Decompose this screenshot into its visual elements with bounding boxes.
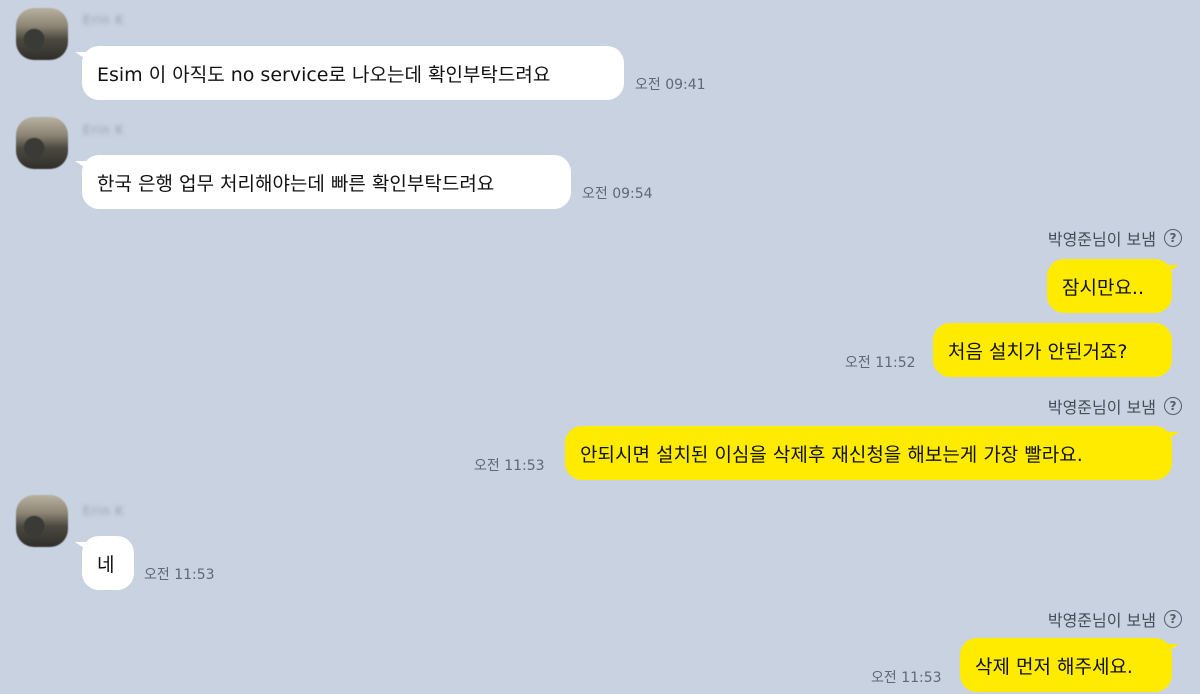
message-text: 한국 은행 업무 처리해야는데 빠른 확인부탁드려요: [97, 172, 495, 195]
sent-by-label: 박영준님이 보냄 ?: [1048, 607, 1182, 631]
message-time: 오전 11:53: [474, 458, 545, 474]
sent-by-label: 박영준님이 보냄 ?: [1048, 394, 1182, 418]
outgoing-message-bubble[interactable]: 안되시면 설치된 이심을 삭제후 재신청을 해보는게 가장 빨라요.: [565, 426, 1179, 480]
message-time: 오전 11:52: [845, 355, 916, 371]
outgoing-message-bubble[interactable]: 잠시만요..: [1047, 259, 1179, 313]
sent-by-label: 박영준님이 보냄 ?: [1048, 226, 1182, 250]
sender-avatar[interactable]: [16, 117, 68, 169]
incoming-message-bubble[interactable]: Esim 이 아직도 no service로 나오는데 확인부탁드려요: [75, 46, 624, 100]
outgoing-message-bubble[interactable]: 처음 설치가 안된거죠?: [933, 323, 1172, 377]
question-circle-icon[interactable]: ?: [1164, 229, 1182, 247]
message-time: 오전 09:54: [582, 186, 653, 202]
incoming-message-bubble[interactable]: 한국 은행 업무 처리해야는데 빠른 확인부탁드려요: [75, 155, 571, 209]
sent-by-text: 박영준님이 보냄: [1047, 611, 1156, 630]
sender-name-blurred: Erin K: [83, 123, 125, 137]
question-circle-icon[interactable]: ?: [1164, 397, 1182, 415]
message-text: 삭제 먼저 해주세요.: [975, 655, 1133, 678]
message-text: 잠시만요..: [1062, 276, 1144, 299]
sender-avatar[interactable]: [16, 8, 68, 60]
message-time: 오전 11:53: [144, 567, 215, 583]
message-time: 오전 09:41: [635, 77, 706, 93]
sent-by-text: 박영준님이 보냄: [1047, 230, 1156, 249]
message-text: 안되시면 설치된 이심을 삭제후 재신청을 해보는게 가장 빨라요.: [580, 443, 1083, 466]
incoming-message-bubble[interactable]: 네: [75, 536, 134, 590]
message-text: Esim 이 아직도 no service로 나오는데 확인부탁드려요: [97, 63, 551, 86]
sent-by-text: 박영준님이 보냄: [1047, 398, 1156, 417]
message-text: 처음 설치가 안된거죠?: [948, 340, 1128, 363]
sender-name-blurred: Erin K: [83, 13, 125, 27]
message-text: 네: [97, 553, 115, 576]
message-time: 오전 11:53: [871, 670, 942, 686]
sender-name-blurred: Erin K: [83, 504, 125, 518]
outgoing-message-bubble[interactable]: 삭제 먼저 해주세요.: [960, 638, 1179, 692]
question-circle-icon[interactable]: ?: [1164, 610, 1182, 628]
sender-avatar[interactable]: [16, 495, 68, 547]
